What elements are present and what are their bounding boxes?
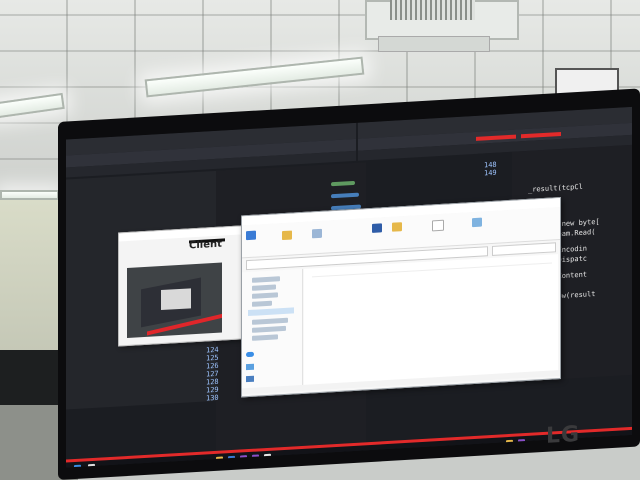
select-all-icon[interactable] <box>472 217 482 228</box>
search-icon[interactable] <box>88 463 95 468</box>
pc-icon <box>246 363 254 371</box>
taskbar-app-icon[interactable] <box>252 454 259 462</box>
sidebar-item[interactable] <box>252 317 288 325</box>
taskbar-app-icon[interactable] <box>216 456 223 464</box>
cloud-icon <box>246 351 254 358</box>
sidebar-item[interactable] <box>252 325 286 333</box>
air-conditioner-grille <box>390 0 475 20</box>
network-icon <box>246 375 254 383</box>
line-number: 149 <box>484 168 497 178</box>
taskbar-app-icon[interactable] <box>228 455 235 464</box>
delete-icon[interactable] <box>372 223 382 233</box>
navigation-pane <box>242 268 303 395</box>
sidebar-item-selected[interactable] <box>248 307 294 317</box>
taskbar-app-icon[interactable] <box>264 453 271 462</box>
sidebar-item[interactable] <box>252 300 272 307</box>
monitor: 124 125 126 127 128 129 130 148 149 _res… <box>58 88 640 480</box>
taskbar-app-icon[interactable] <box>506 439 513 448</box>
camera-preview <box>127 262 222 339</box>
client-title: Client <box>189 238 222 252</box>
ceiling-light-far-left <box>0 190 59 200</box>
line-number: 130 <box>206 393 219 403</box>
sidebar-item[interactable] <box>252 334 278 341</box>
line-number-column: 124 125 126 127 128 129 130 <box>206 346 220 403</box>
file-tab-icon[interactable] <box>246 230 256 241</box>
camera-preview-window <box>161 288 191 311</box>
line-number-column: 148 149 <box>484 161 497 178</box>
ceiling-bracket <box>378 36 490 52</box>
taskbar-app-icon[interactable] <box>518 439 525 447</box>
taskbar-app-icon[interactable] <box>240 455 247 463</box>
new-folder-icon[interactable] <box>392 222 402 232</box>
monitor-screen: 124 125 126 127 128 129 130 148 149 _res… <box>66 106 632 468</box>
windows-start-icon[interactable] <box>74 464 81 468</box>
sidebar-item[interactable] <box>252 292 278 299</box>
copy-icon[interactable] <box>312 228 322 239</box>
monitor-brand-logo: LG <box>546 421 581 449</box>
sidebar-item[interactable] <box>252 276 280 283</box>
folder-icon[interactable] <box>282 230 292 241</box>
file-explorer-window[interactable] <box>241 196 561 398</box>
properties-icon[interactable] <box>432 219 444 232</box>
sidebar-item[interactable] <box>252 284 276 291</box>
